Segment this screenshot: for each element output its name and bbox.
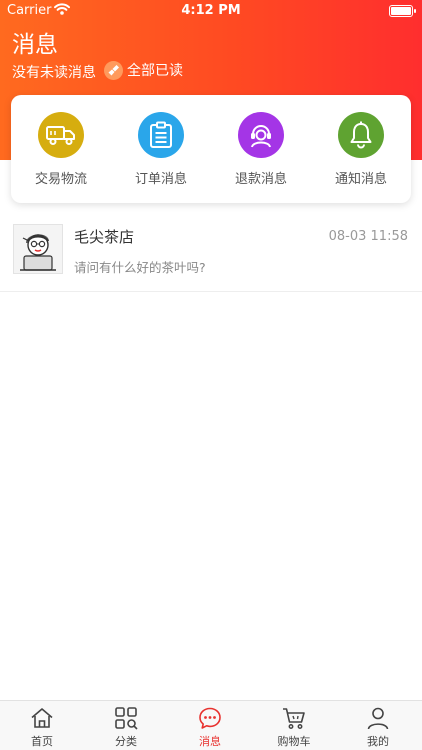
tab-label: 购物车: [277, 735, 311, 748]
conversation-item[interactable]: 毛尖茶店 08-03 11:58 请问有什么好的茶叶吗?: [0, 214, 422, 292]
broom-icon: [104, 60, 123, 80]
tab-profile[interactable]: 我的: [336, 701, 420, 750]
home-icon: [31, 708, 53, 728]
message-icon: [199, 707, 221, 729]
tab-label: 分类: [115, 735, 137, 748]
category-orders[interactable]: 订单消息: [111, 95, 211, 203]
category-label: 交易物流: [34, 172, 87, 187]
status-bar: Carrier 4:12 PM: [0, 0, 422, 22]
shop-avatar: [13, 224, 63, 274]
tab-category[interactable]: 分类: [84, 701, 168, 750]
unread-status: 没有未读消息: [12, 65, 96, 81]
message-category-panel: 交易物流 订单消息 退款消息 通知消息: [11, 95, 411, 203]
tab-messages[interactable]: 消息: [168, 701, 252, 750]
category-label: 通知消息: [334, 172, 387, 187]
mark-all-read-label: 全部已读: [127, 63, 183, 79]
conversation-name: 毛尖茶店: [74, 228, 135, 246]
truck-icon: [38, 112, 84, 158]
tab-label: 首页: [31, 735, 53, 748]
tab-cart[interactable]: 购物车: [252, 701, 336, 750]
category-label: 退款消息: [234, 172, 287, 187]
tab-label: 我的: [367, 735, 389, 748]
customer-service-icon: [238, 112, 284, 158]
clipboard-icon: [138, 112, 184, 158]
mark-all-read-button[interactable]: 全部已读: [104, 60, 183, 80]
cart-icon: [283, 708, 305, 729]
tab-home[interactable]: 首页: [0, 701, 84, 750]
bell-icon: [338, 112, 384, 158]
conversation-time: 08-03 11:58: [328, 229, 408, 244]
tab-label: 消息: [199, 735, 221, 748]
category-logistics[interactable]: 交易物流: [11, 95, 111, 203]
clock: 4:12 PM: [181, 3, 241, 18]
profile-icon: [367, 707, 389, 730]
category-notifications[interactable]: 通知消息: [311, 95, 411, 203]
category-label: 订单消息: [134, 172, 187, 187]
conversation-preview: 请问有什么好的茶叶吗?: [74, 260, 206, 275]
category-icon: [115, 707, 138, 730]
battery-icon: [389, 5, 416, 17]
tab-bar: 首页 分类 消息 购物车 我的: [0, 700, 422, 750]
category-refunds[interactable]: 退款消息: [211, 95, 311, 203]
page-title: 消息: [12, 32, 58, 58]
